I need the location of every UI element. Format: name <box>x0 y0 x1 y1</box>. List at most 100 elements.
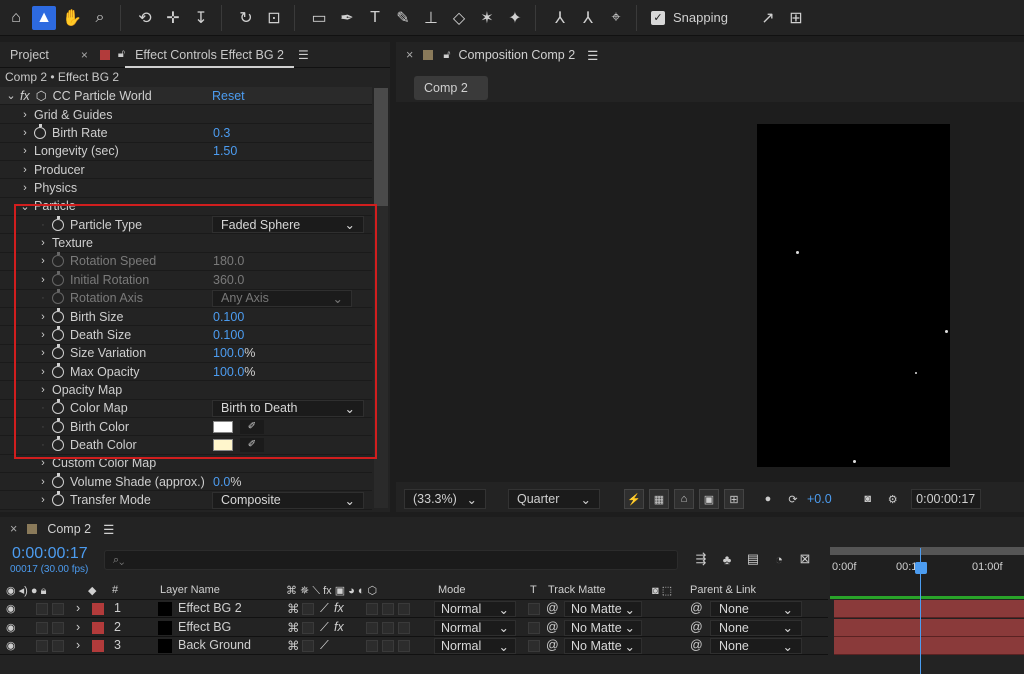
effect-property-row[interactable]: › Rotation Speed 180.0 <box>0 252 372 272</box>
chevron-right-icon[interactable]: › <box>76 620 80 634</box>
solo-toggle[interactable] <box>52 603 64 615</box>
layer-row[interactable]: ◉ › 3 Back Ground ⌘ ⟋ Normal ⌄ @ No Matte ⌄ @ None ⌄ <box>0 637 828 655</box>
parent-dropdown[interactable]: None ⌄ <box>710 638 802 654</box>
chevron-right-icon[interactable]: › <box>20 164 30 176</box>
effect-property-row[interactable]: · Birth Color ✐ <box>0 417 372 437</box>
panel-menu-icon[interactable]: ☰ <box>298 48 309 62</box>
track-matte-dropdown[interactable]: No Matte ⌄ <box>564 638 642 654</box>
tab-effect-controls[interactable]: Effect Controls Effect BG 2 <box>125 48 294 68</box>
effect-property-row[interactable]: › Volume Shade (approx.) 0.0% <box>0 472 372 492</box>
puppet-pin-icon[interactable]: ✦ <box>503 6 527 30</box>
current-time[interactable]: 0:00:00:17 <box>12 545 88 563</box>
lock-icon[interactable]: 🔓︎ <box>443 49 450 62</box>
composition-canvas[interactable] <box>757 124 950 467</box>
effect-property-row[interactable]: › Max Opacity 100.0% <box>0 362 372 382</box>
close-icon[interactable]: × <box>10 522 17 536</box>
panel-menu-icon[interactable]: ☰ <box>587 48 598 63</box>
effect-property-row[interactable]: › Initial Rotation 360.0 <box>0 270 372 290</box>
dolly-camera-icon[interactable]: ↧ <box>189 6 213 30</box>
magnification-dropdown[interactable]: (33.3%) ⌄ <box>404 489 486 509</box>
color-swatch[interactable] <box>213 438 233 451</box>
column-layer-name[interactable]: Layer Name <box>160 584 220 596</box>
roto-brush-icon[interactable]: ✶ <box>475 6 499 30</box>
layer-search-input[interactable]: ⌕⌄ <box>104 550 678 570</box>
stopwatch-icon[interactable] <box>52 362 64 378</box>
layer-label-color[interactable] <box>92 640 104 652</box>
property-dropdown[interactable]: Birth to Death ⌄ <box>212 399 364 417</box>
tab-composition[interactable]: Composition Comp 2 <box>458 48 575 62</box>
effect-property-row[interactable]: › Custom Color Map <box>0 455 372 474</box>
preserve-transparency-toggle[interactable] <box>528 640 540 652</box>
adjustment-switch[interactable] <box>398 621 410 634</box>
frame-blend-switch[interactable] <box>366 640 378 652</box>
stopwatch-icon[interactable] <box>52 435 64 451</box>
motion-blur-switch[interactable] <box>382 603 394 615</box>
audio-toggle[interactable] <box>36 621 48 634</box>
layer-track-bar[interactable] <box>834 637 1024 655</box>
effect-property-row[interactable]: · Rotation Axis Any Axis ⌄ <box>0 289 372 308</box>
anchor-point-tool-icon[interactable]: ⊡ <box>262 6 286 30</box>
quality-switch-icon[interactable]: ⟋ <box>320 638 329 653</box>
motion-blur-switch[interactable] <box>382 640 394 652</box>
effect-property-row[interactable]: · Death Color ✐ <box>0 435 372 455</box>
stopwatch-icon[interactable] <box>52 472 64 488</box>
home-icon[interactable]: ⌂ <box>4 6 28 30</box>
snap-edges-icon[interactable]: ↗ <box>756 6 780 30</box>
eye-icon[interactable]: ◉ <box>6 621 18 634</box>
property-value[interactable]: 0.3 <box>213 126 230 140</box>
chevron-right-icon[interactable]: › <box>38 366 48 378</box>
chevron-right-icon[interactable]: › <box>20 182 30 194</box>
snapshot-camera-icon[interactable]: ◙ <box>858 489 878 509</box>
stopwatch-icon[interactable] <box>34 124 46 140</box>
property-value[interactable]: 1.50 <box>213 144 237 158</box>
shy-switch-icon[interactable]: ⌘ <box>287 638 300 653</box>
orbit-camera-icon[interactable]: ⟲ <box>133 6 157 30</box>
layer-name[interactable]: Effect BG 2 <box>178 601 242 615</box>
fx-icon[interactable]: fx <box>334 601 344 615</box>
effect-property-row[interactable]: › Death Size 0.100 <box>0 325 372 345</box>
audio-toggle[interactable] <box>36 603 48 615</box>
motion-blur-icon[interactable]: ◔ <box>768 550 790 568</box>
pick-whip-icon[interactable]: @ <box>690 601 703 615</box>
fx-icon[interactable]: fx <box>334 620 344 634</box>
quality-switch-icon[interactable]: ⟋ <box>320 620 329 635</box>
brush-tool-icon[interactable]: ✎ <box>391 6 415 30</box>
chevron-down-icon[interactable]: ⌄ <box>6 89 16 102</box>
fx-icon[interactable]: fx <box>20 89 30 103</box>
layer-track-bar[interactable] <box>834 600 1024 618</box>
effect-property-row[interactable]: › Size Variation 100.0% <box>0 344 372 363</box>
stopwatch-icon[interactable] <box>52 417 64 433</box>
property-value-number[interactable]: 100.0 <box>213 365 244 379</box>
motion-blur-switch[interactable] <box>382 621 394 634</box>
work-area-bar[interactable] <box>830 547 1024 555</box>
time-ruler[interactable]: 0:00f 00:15f 01:00f <box>830 547 1024 599</box>
chevron-down-icon[interactable]: ⌄ <box>20 200 30 213</box>
local-axis-icon[interactable]: ⅄ <box>548 6 572 30</box>
property-value-number[interactable]: 0.3 <box>213 126 230 140</box>
adjustment-switch[interactable] <box>398 603 410 615</box>
property-value[interactable]: 360.0 <box>213 273 244 287</box>
blend-mode-dropdown[interactable]: Normal ⌄ <box>434 601 516 617</box>
transparency-grid-icon[interactable]: ▦ <box>649 489 669 509</box>
stopwatch-icon[interactable] <box>52 491 64 507</box>
scrollbar-thumb[interactable] <box>374 88 388 206</box>
chevron-right-icon[interactable]: › <box>38 476 48 488</box>
pan-camera-icon[interactable]: ✛ <box>161 6 185 30</box>
effect-property-row[interactable]: › Grid & Guides <box>0 106 372 125</box>
eyedropper-icon[interactable]: ✐ <box>240 419 264 434</box>
frame-blend-switch[interactable] <box>366 603 378 615</box>
stopwatch-icon[interactable] <box>52 270 64 286</box>
effect-property-row[interactable]: › Opacity Map <box>0 381 372 400</box>
collapse-switch[interactable] <box>302 640 314 652</box>
graph-editor-icon[interactable]: ⊠ <box>794 550 816 568</box>
stopwatch-icon[interactable] <box>52 215 64 231</box>
eye-icon[interactable]: ◉ <box>6 602 18 615</box>
adjustment-switch[interactable] <box>398 640 410 652</box>
effect-property-row[interactable]: › Birth Size 0.100 <box>0 307 372 327</box>
type-tool-icon[interactable]: T <box>363 6 387 30</box>
collapse-switch[interactable] <box>302 603 314 615</box>
fast-previews-icon[interactable]: ⚡ <box>624 489 644 509</box>
reset-link[interactable]: Reset <box>212 89 245 103</box>
chevron-right-icon[interactable]: › <box>38 311 48 323</box>
color-swatch[interactable] <box>213 420 233 433</box>
